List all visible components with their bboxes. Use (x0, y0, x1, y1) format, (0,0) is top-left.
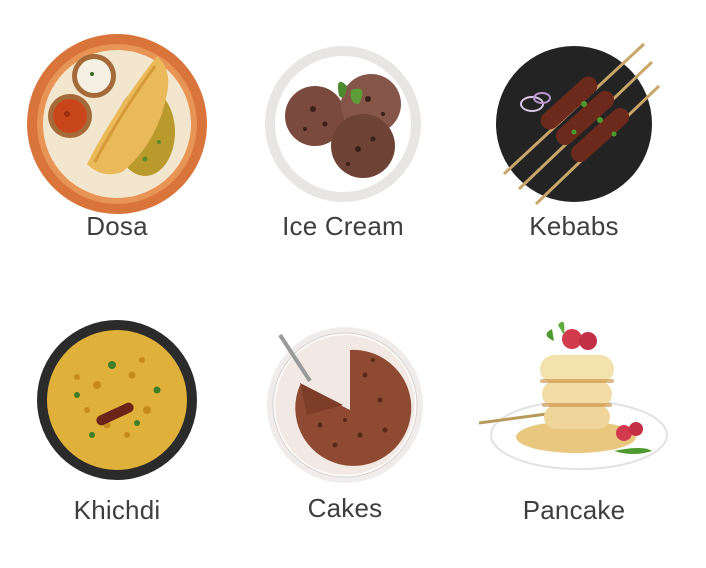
pancake-stack-image (478, 321, 668, 470)
cake-plate-image (267, 327, 423, 483)
kebabs-plate-image (496, 42, 661, 206)
category-label: Cakes (307, 493, 383, 523)
ice-cream-bowl-image (265, 46, 421, 202)
category-label: Pancake (522, 495, 626, 525)
category-tile-ice-cream[interactable]: Ice Cream (243, 24, 443, 254)
category-tile-cakes[interactable]: Cakes (245, 305, 445, 535)
category-tile-dosa[interactable]: Dosa (17, 24, 217, 254)
category-label: Dosa (86, 211, 148, 241)
khichdi-pan-image (37, 320, 197, 480)
category-tile-pancake[interactable]: Pancake (474, 305, 674, 535)
category-label: Kebabs (529, 211, 619, 241)
category-tile-kebabs[interactable]: Kebabs (474, 24, 674, 254)
category-label: Khichdi (73, 495, 161, 525)
category-label: Ice Cream (282, 211, 404, 241)
dosa-plate-image (27, 34, 207, 214)
category-tile-khichdi[interactable]: Khichdi (17, 305, 217, 535)
